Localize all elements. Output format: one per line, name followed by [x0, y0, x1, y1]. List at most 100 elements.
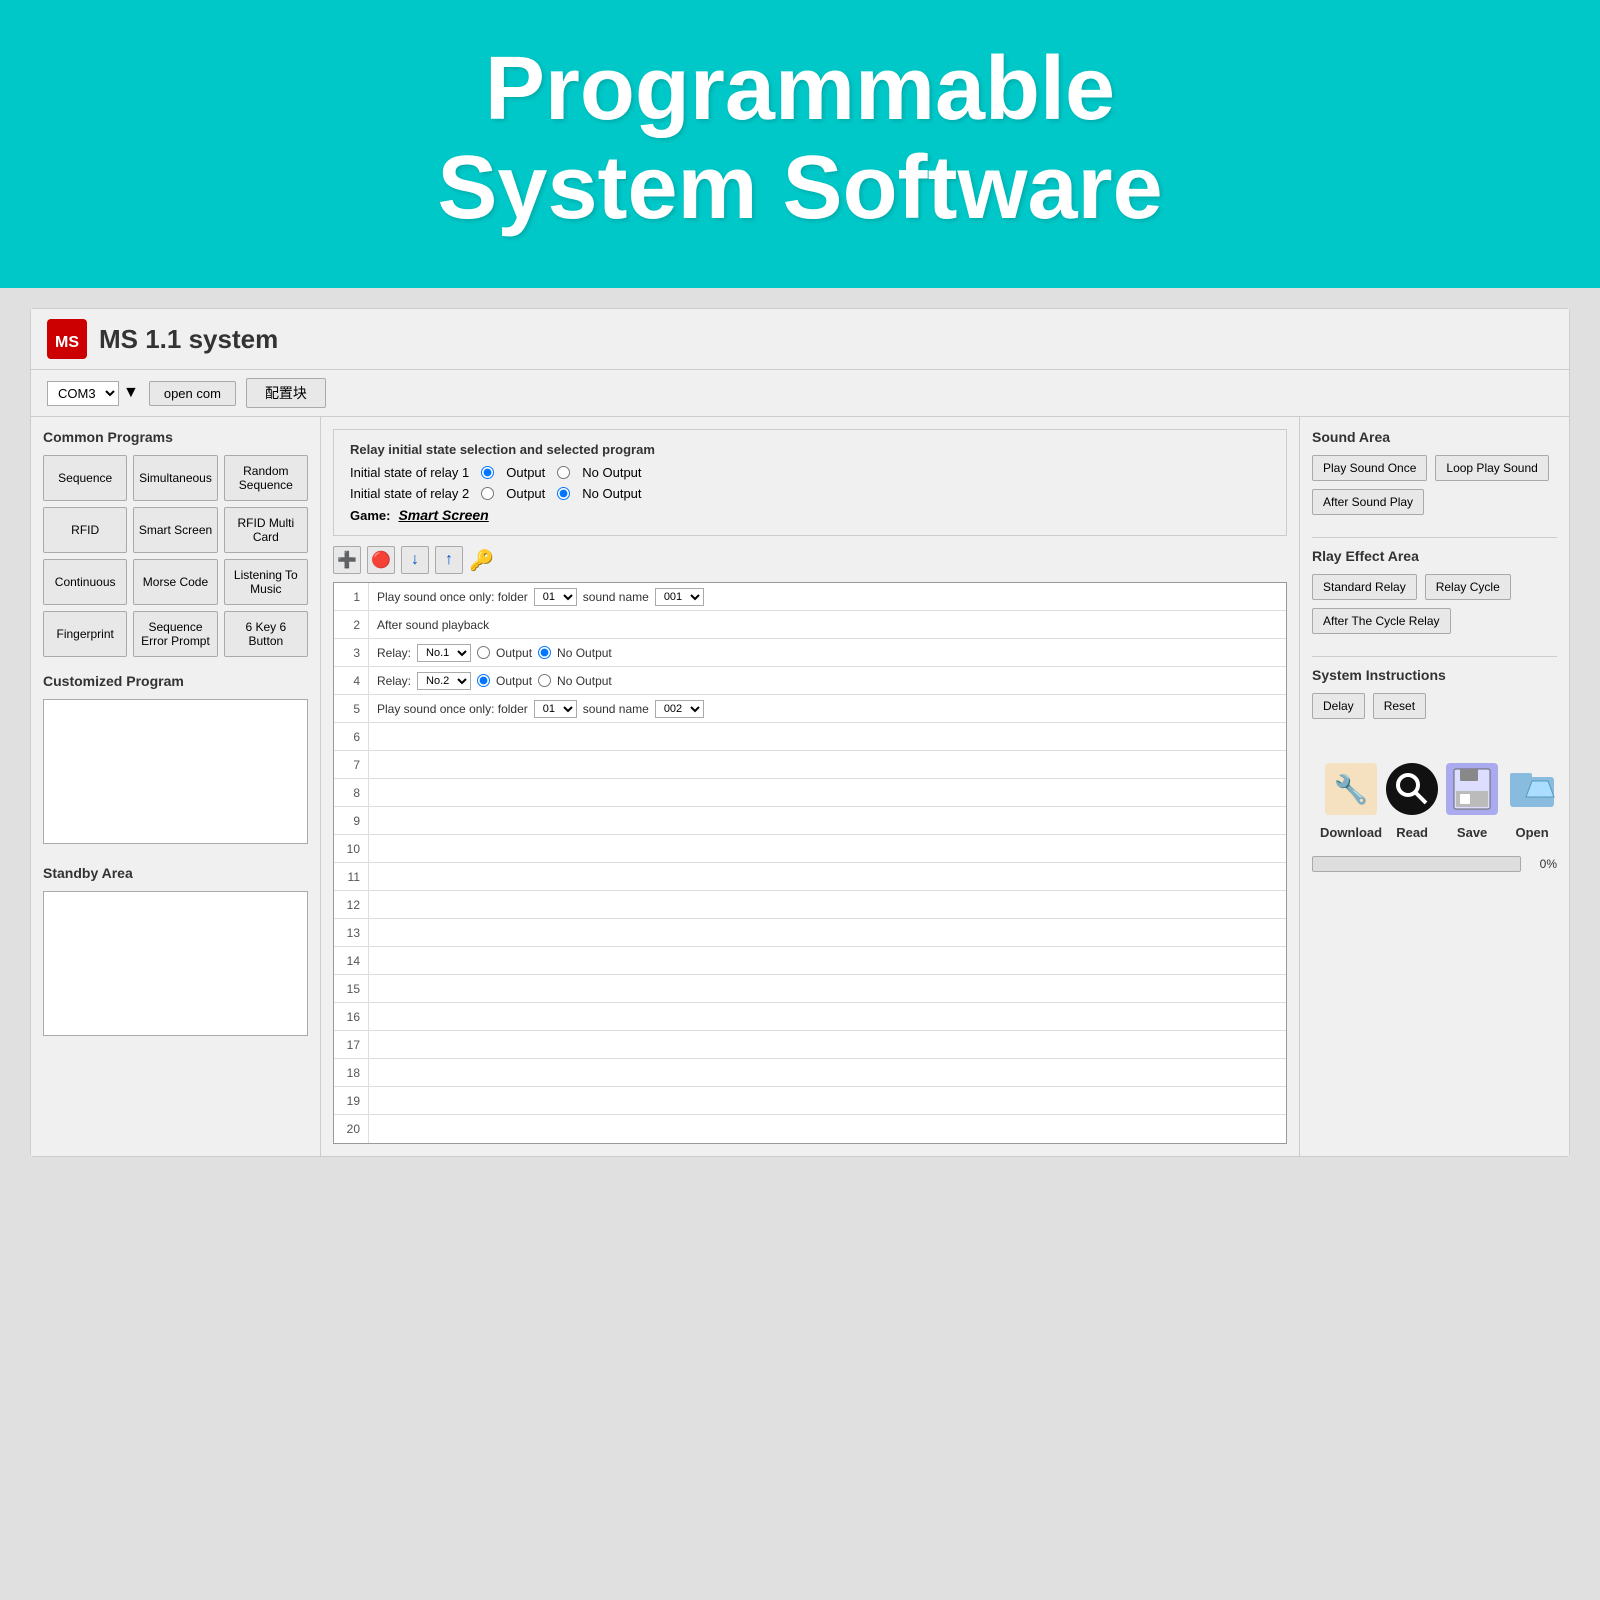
row-content	[369, 1013, 1286, 1021]
relay-num-select[interactable]: No.2	[417, 672, 471, 690]
btn-simultaneous[interactable]: Simultaneous	[133, 455, 217, 501]
game-name: Smart Screen	[398, 507, 488, 523]
row-number: 17	[334, 1031, 369, 1058]
save-button[interactable]: Save	[1442, 759, 1502, 840]
read-icon	[1382, 759, 1442, 819]
com-port-dropdown[interactable]: COM3 COM1 COM2 COM4	[47, 381, 119, 406]
relay2-no-output-radio[interactable]	[557, 487, 570, 500]
open-button[interactable]: Open	[1502, 759, 1562, 840]
open-icon	[1502, 759, 1562, 819]
common-programs-title: Common Programs	[43, 429, 308, 445]
row-number: 7	[334, 751, 369, 778]
relay2-no-output-label: No Output	[582, 486, 641, 501]
standby-area-textarea[interactable]	[43, 891, 308, 1036]
relay-config-section: Relay initial state selection and select…	[333, 429, 1287, 536]
move-down-button[interactable]: ↓	[401, 546, 429, 574]
relay1-output-radio[interactable]	[481, 466, 494, 479]
download-button[interactable]: 🔧 Download	[1320, 759, 1382, 840]
row-number: 18	[334, 1059, 369, 1086]
row-number: 20	[334, 1115, 369, 1143]
sound-select[interactable]: 002	[655, 700, 704, 718]
row-number: 6	[334, 723, 369, 750]
btn-listening-to-music[interactable]: Listening To Music	[224, 559, 308, 605]
row-content	[369, 845, 1286, 853]
row-number: 15	[334, 975, 369, 1002]
relay-label: Relay:	[377, 646, 411, 660]
row-number: 10	[334, 835, 369, 862]
app-title: Programmable System Software	[20, 40, 1580, 238]
btn-morse-code[interactable]: Morse Code	[133, 559, 217, 605]
svg-text:MS: MS	[55, 334, 79, 351]
row-number: 1	[334, 583, 369, 610]
btn-continuous[interactable]: Continuous	[43, 559, 127, 605]
app-header: Programmable System Software	[0, 0, 1600, 288]
standard-relay-button[interactable]: Standard Relay	[1312, 574, 1417, 600]
row-number: 11	[334, 863, 369, 890]
move-up-button[interactable]: ↑	[435, 546, 463, 574]
btn-sequence-error-prompt[interactable]: Sequence Error Prompt	[133, 611, 217, 657]
relay-effect-buttons: Standard Relay Relay Cycle After The Cyc…	[1312, 574, 1557, 638]
system-instructions-title: System Instructions	[1312, 667, 1557, 683]
relay-output-radio[interactable]	[477, 646, 490, 659]
standby-area: Standby Area	[43, 865, 308, 1041]
loop-play-sound-button[interactable]: Loop Play Sound	[1435, 455, 1548, 481]
row-number: 2	[334, 611, 369, 638]
com-port-selector[interactable]: COM3 COM1 COM2 COM4 ▼	[47, 381, 139, 406]
table-row: 17	[334, 1031, 1286, 1059]
config-block-button[interactable]: 配置块	[246, 378, 326, 408]
row-content	[369, 957, 1286, 965]
reset-button[interactable]: Reset	[1373, 693, 1426, 719]
btn-sequence[interactable]: Sequence	[43, 455, 127, 501]
folder-select[interactable]: 01	[534, 700, 577, 718]
system-instructions-buttons: Delay Reset	[1312, 693, 1557, 723]
relay2-row: Initial state of relay 2 Output No Outpu…	[350, 486, 1270, 501]
relay1-no-output-radio[interactable]	[557, 466, 570, 479]
row-content: Play sound once only: folder 01 sound na…	[369, 584, 1286, 610]
table-row: 16	[334, 1003, 1286, 1031]
row-content: Relay: No.1 Output No Output	[369, 640, 1286, 666]
open-com-button[interactable]: open com	[149, 381, 236, 406]
relay-output-radio[interactable]	[477, 674, 490, 687]
btn-random-sequence[interactable]: Random Sequence	[224, 455, 308, 501]
program-table: 1 Play sound once only: folder 01 sound …	[333, 582, 1287, 1144]
row-content	[369, 929, 1286, 937]
relay-no-output-radio[interactable]	[538, 674, 551, 687]
relay-no-output-radio[interactable]	[538, 646, 551, 659]
table-row: 1 Play sound once only: folder 01 sound …	[334, 583, 1286, 611]
sound-area-buttons: Play Sound Once Loop Play Sound After So…	[1312, 455, 1557, 519]
table-row: 13	[334, 919, 1286, 947]
after-sound-play-button[interactable]: After Sound Play	[1312, 489, 1424, 515]
row-number: 8	[334, 779, 369, 806]
common-programs-grid: Sequence Simultaneous Random Sequence RF…	[43, 455, 308, 657]
table-row: 20	[334, 1115, 1286, 1143]
relay1-row: Initial state of relay 1 Output No Outpu…	[350, 465, 1270, 480]
btn-fingerprint[interactable]: Fingerprint	[43, 611, 127, 657]
game-row: Game: Smart Screen	[350, 507, 1270, 523]
table-row: 8	[334, 779, 1286, 807]
add-row-button[interactable]: ➕	[333, 546, 361, 574]
btn-smart-screen[interactable]: Smart Screen	[133, 507, 217, 553]
row-content	[369, 873, 1286, 881]
remove-row-button[interactable]: 🔴	[367, 546, 395, 574]
sound-area-section: Sound Area Play Sound Once Loop Play Sou…	[1312, 429, 1557, 519]
folder-select[interactable]: 01	[534, 588, 577, 606]
relay2-output-radio[interactable]	[481, 487, 494, 500]
delay-button[interactable]: Delay	[1312, 693, 1365, 719]
sound-name-label: sound name	[583, 590, 649, 604]
relay-cycle-button[interactable]: Relay Cycle	[1425, 574, 1511, 600]
read-button[interactable]: Read	[1382, 759, 1442, 840]
open-label: Open	[1515, 825, 1548, 840]
divider-2	[1312, 656, 1557, 657]
play-sound-once-button[interactable]: Play Sound Once	[1312, 455, 1427, 481]
customized-program-textarea[interactable]	[43, 699, 308, 844]
btn-rfid[interactable]: RFID	[43, 507, 127, 553]
relay1-output-label: Output	[506, 465, 545, 480]
btn-rfid-multi-card[interactable]: RFID Multi Card	[224, 507, 308, 553]
after-cycle-relay-button[interactable]: After The Cycle Relay	[1312, 608, 1451, 634]
table-row: 18	[334, 1059, 1286, 1087]
btn-6key-6button[interactable]: 6 Key 6 Button	[224, 611, 308, 657]
progress-label: 0%	[1527, 857, 1557, 871]
customized-program-area: Customized Program	[43, 673, 308, 849]
sound-select[interactable]: 001	[655, 588, 704, 606]
relay-num-select[interactable]: No.1	[417, 644, 471, 662]
